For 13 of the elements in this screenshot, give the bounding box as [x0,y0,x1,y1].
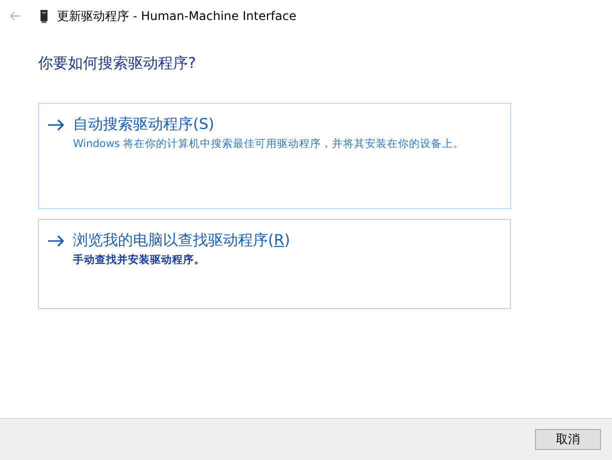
cancel-button[interactable]: 取消 [535,429,601,450]
device-icon [40,10,48,22]
window-title: 更新驱动程序 - Human-Machine Interface [57,8,296,24]
arrow-icon [47,118,65,130]
option-card[interactable]: 浏览我的电脑以查找驱动程序(R) 手动查找并安装驱动程序。 [38,219,511,309]
option-description: Windows 将在你的计算机中搜索最佳可用驱动程序，并将其安装在你的设备上。 [73,137,466,151]
option-card[interactable]: 自动搜索驱动程序(S) Windows 将在你的计算机中搜索最佳可用驱动程序，并将其安装在你的设备上。 [38,103,511,209]
option-title: 自动搜索驱动程序(S) [73,115,214,134]
option-title: 浏览我的电脑以查找驱动程序(R) [73,231,290,250]
heading: 你要如何搜索驱动程序? [38,54,197,73]
back-arrow-icon[interactable] [9,11,21,21]
option-description: 手动查找并安装驱动程序。 [73,253,206,267]
arrow-icon [47,234,65,246]
